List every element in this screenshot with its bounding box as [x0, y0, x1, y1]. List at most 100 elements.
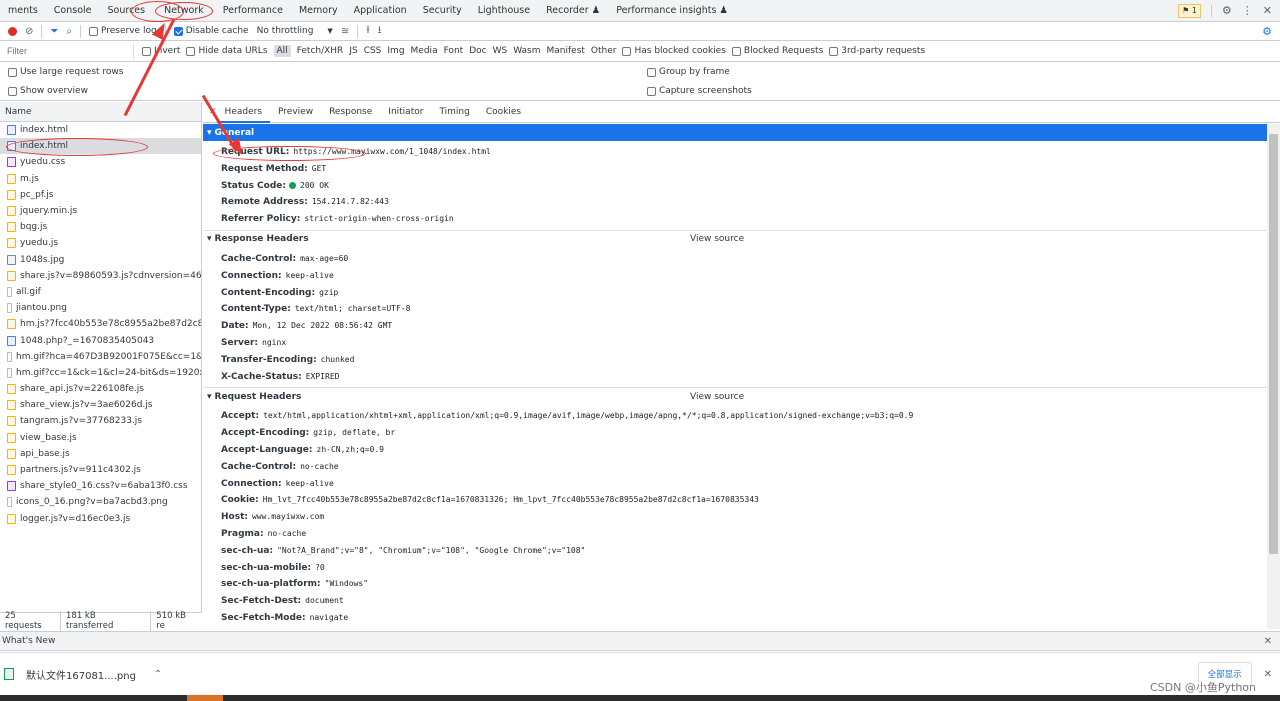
search-icon[interactable]: ⌕: [66, 26, 72, 37]
detail-tab-initiator[interactable]: Initiator: [380, 102, 431, 123]
header-value[interactable]: no-cache: [300, 462, 339, 471]
tab-memory[interactable]: Memory: [291, 0, 346, 22]
download-filename[interactable]: 默认文件167081....png: [26, 667, 136, 682]
request-row[interactable]: index.html: [0, 122, 201, 138]
network-settings-icon[interactable]: ⚙: [1262, 25, 1272, 38]
wifi-icon[interactable]: ≋: [341, 26, 349, 37]
request-row[interactable]: bqg.js: [0, 219, 201, 235]
disable-cache-checkbox[interactable]: Disable cache: [173, 26, 249, 36]
header-value[interactable]: "Not?A_Brand";v="8", "Chromium";v="108",…: [277, 546, 585, 555]
filter-type-js[interactable]: JS: [349, 46, 357, 56]
request-row[interactable]: hm.gif?hca=467D3B92001F075E&cc=1&c...: [0, 349, 201, 365]
request-row[interactable]: 1048.php?_=1670835405043: [0, 332, 201, 348]
request-headers-section-header[interactable]: ▾ Request Headers View source: [203, 388, 1267, 405]
request-row[interactable]: 1048s.jpg: [0, 252, 201, 268]
header-value[interactable]: 200 OK: [300, 181, 329, 190]
header-value[interactable]: keep-alive: [286, 479, 334, 488]
request-row[interactable]: share_api.js?v=226108fe.js: [0, 381, 201, 397]
has-blocked-cookies-checkbox[interactable]: Has blocked cookies: [622, 46, 726, 56]
request-row[interactable]: icons_0_16.png?v=ba7acbd3.png: [0, 494, 201, 510]
hide-data-urls-checkbox[interactable]: Hide data URLs: [186, 46, 268, 56]
header-value[interactable]: ?0: [315, 563, 325, 572]
request-row[interactable]: pc_pf.js: [0, 187, 201, 203]
more-icon[interactable]: ⋮: [1242, 4, 1253, 17]
gear-icon[interactable]: ⚙: [1222, 4, 1232, 17]
request-row[interactable]: jiantou.png: [0, 300, 201, 316]
detail-tab-headers[interactable]: Headers: [216, 102, 271, 123]
record-icon[interactable]: [8, 26, 17, 36]
preserve-log-checkbox[interactable]: Preserve log: [89, 26, 157, 36]
chevron-up-icon[interactable]: ⌃: [154, 669, 162, 680]
header-value[interactable]: strict-origin-when-cross-origin: [304, 214, 453, 223]
name-column-header[interactable]: Name: [0, 102, 201, 122]
header-value[interactable]: no-cache: [268, 529, 307, 538]
request-row[interactable]: api_base.js: [0, 446, 201, 462]
tab-console[interactable]: Console: [46, 0, 100, 22]
import-icon[interactable]: ⭱: [366, 23, 370, 40]
filter-type-other[interactable]: Other: [591, 46, 617, 56]
header-value[interactable]: document: [305, 596, 344, 605]
close-download-icon[interactable]: ✕: [1264, 669, 1272, 680]
header-value[interactable]: nginx: [262, 338, 286, 347]
blocked-requests-checkbox[interactable]: Blocked Requests: [731, 46, 823, 56]
detail-tab-cookies[interactable]: Cookies: [478, 102, 529, 123]
header-value[interactable]: Hm_lvt_7fcc40b553e78c8955a2be87d2c8cf1a=…: [263, 495, 759, 504]
detail-scrollbar[interactable]: [1267, 124, 1280, 629]
filter-type-fetch-xhr[interactable]: Fetch/XHR: [297, 46, 344, 56]
response-headers-section-header[interactable]: ▾ Response Headers View source: [203, 231, 1267, 248]
filter-type-all[interactable]: All: [273, 45, 291, 57]
detail-tab-preview[interactable]: Preview: [270, 102, 321, 123]
header-value[interactable]: gzip: [319, 288, 338, 297]
third-party-checkbox[interactable]: 3rd-party requests: [829, 46, 925, 56]
request-view-source-link[interactable]: View source: [690, 392, 744, 402]
request-row[interactable]: share.js?v=89860593.js?cdnversion=4641..…: [0, 268, 201, 284]
filter-type-doc[interactable]: Doc: [469, 46, 486, 56]
header-value[interactable]: navigate: [310, 613, 349, 622]
request-row[interactable]: jquery.min.js: [0, 203, 201, 219]
filter-icon[interactable]: ⏷: [50, 26, 58, 37]
export-icon[interactable]: ⭳: [378, 23, 382, 40]
whats-new-title[interactable]: What's New: [2, 636, 55, 646]
issues-badge[interactable]: ⚑ 1: [1178, 3, 1201, 18]
request-row[interactable]: yuedu.css: [0, 154, 201, 170]
filter-type-ws[interactable]: WS: [493, 46, 508, 56]
detail-tab-response[interactable]: Response: [321, 102, 380, 123]
large-rows-checkbox[interactable]: Use large request rows: [8, 67, 123, 77]
request-row[interactable]: share_view.js?v=3ae6026d.js: [0, 397, 201, 413]
clear-icon[interactable]: ⊘: [25, 26, 33, 37]
request-row[interactable]: share_style0_16.css?v=6aba13f0.css: [0, 478, 201, 494]
header-value[interactable]: text/html; charset=UTF-8: [295, 304, 411, 313]
request-row[interactable]: m.js: [0, 171, 201, 187]
header-value[interactable]: text/html,application/xhtml+xml,applicat…: [263, 411, 913, 420]
header-value[interactable]: 154.214.7.82:443: [312, 197, 389, 206]
filter-type-manifest[interactable]: Manifest: [547, 46, 585, 56]
close-icon[interactable]: ✕: [1263, 4, 1272, 17]
request-row[interactable]: hm.gif?cc=1&ck=1&cl=24-bit&ds=1920x...: [0, 365, 201, 381]
filter-type-img[interactable]: Img: [387, 46, 404, 56]
request-row[interactable]: partners.js?v=911c4302.js: [0, 462, 201, 478]
throttling-select[interactable]: No throttling ▼: [257, 26, 333, 36]
tab-recorder[interactable]: Recorder ♟: [538, 0, 608, 22]
request-row[interactable]: logger.js?v=d16ec0e3.js: [0, 511, 201, 527]
request-row[interactable]: yuedu.js: [0, 235, 201, 251]
filter-input[interactable]: [4, 43, 134, 59]
response-view-source-link[interactable]: View source: [690, 234, 744, 244]
tab-ments[interactable]: ments: [0, 0, 46, 22]
filter-type-media[interactable]: Media: [411, 46, 438, 56]
filter-type-css[interactable]: CSS: [364, 46, 382, 56]
filter-type-font[interactable]: Font: [444, 46, 464, 56]
request-row[interactable]: all.gif: [0, 284, 201, 300]
header-value[interactable]: "Windows": [325, 579, 368, 588]
tab-performance[interactable]: Performance: [215, 0, 291, 22]
header-value[interactable]: max-age=60: [300, 254, 348, 263]
close-drawer-icon[interactable]: ✕: [1264, 636, 1272, 647]
header-value[interactable]: www.mayiwxw.com: [252, 512, 324, 521]
header-value[interactable]: EXPIRED: [306, 372, 340, 381]
filter-type-wasm[interactable]: Wasm: [513, 46, 540, 56]
general-section-header[interactable]: ▾ General: [203, 124, 1267, 141]
tab-performance-insights[interactable]: Performance insights ♟: [608, 0, 736, 22]
header-value[interactable]: GET: [312, 164, 326, 173]
header-value[interactable]: gzip, deflate, br: [313, 428, 395, 437]
request-row[interactable]: hm.js?7fcc40b553e78c8955a2be87d2c8cf...: [0, 316, 201, 332]
header-value[interactable]: zh-CN,zh;q=0.9: [317, 445, 384, 454]
